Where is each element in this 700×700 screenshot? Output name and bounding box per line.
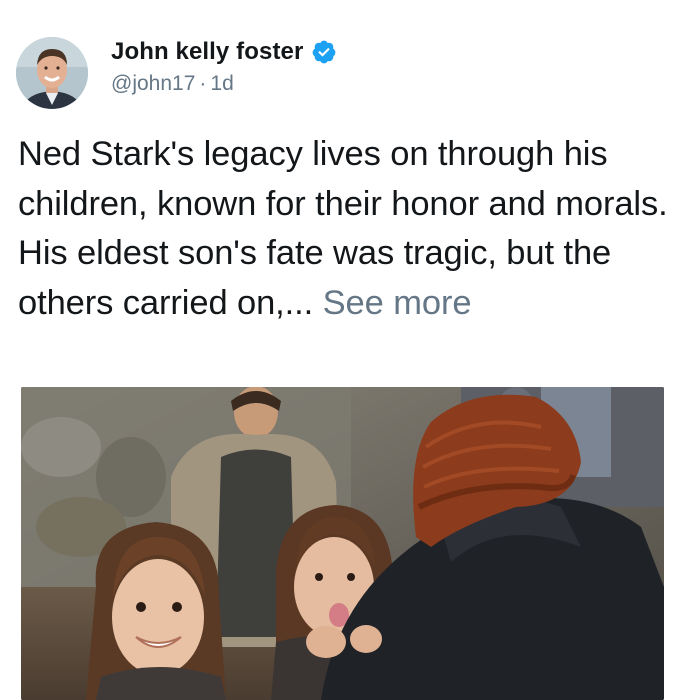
author-info: John kelly foster @john17 · 1d xyxy=(111,37,337,96)
verified-badge-icon xyxy=(311,39,337,65)
tweet-photo[interactable] xyxy=(21,387,664,700)
avatar-photo-icon xyxy=(16,37,88,109)
timestamp[interactable]: 1d xyxy=(210,72,233,95)
author-handle[interactable]: @john17 xyxy=(111,72,195,95)
meta-row: @john17 · 1d xyxy=(111,72,337,96)
see-more-link[interactable]: See more xyxy=(323,284,472,322)
tweet-header: John kelly foster @john17 · 1d xyxy=(16,37,337,109)
tweet-photo-icon xyxy=(21,387,664,700)
name-row: John kelly foster xyxy=(111,37,337,67)
meta-separator: · xyxy=(199,72,207,95)
tweet-text: Ned Stark's legacy lives on through his … xyxy=(18,130,694,328)
display-name[interactable]: John kelly foster xyxy=(111,38,303,66)
avatar[interactable] xyxy=(16,37,88,109)
